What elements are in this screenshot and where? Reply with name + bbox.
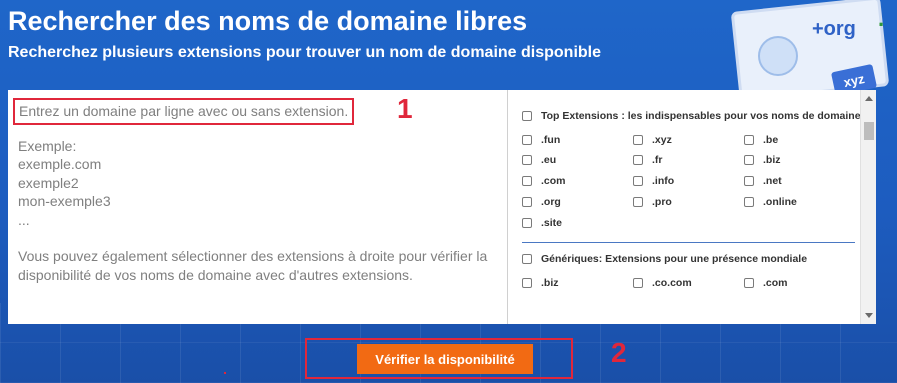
text-cursor-marker — [224, 372, 226, 374]
ext-label: .pro — [652, 195, 672, 208]
ext-label: .info — [652, 175, 675, 188]
ext-checkbox[interactable] — [633, 155, 643, 166]
ext-checkbox[interactable] — [522, 155, 532, 166]
ext-label: .xyz — [652, 133, 672, 146]
ext-checkbox[interactable] — [744, 134, 754, 145]
ext-checkbox[interactable] — [633, 134, 643, 145]
textarea-ellipsis: ... — [18, 211, 30, 228]
ext-option-fr[interactable]: .fr — [633, 153, 744, 168]
ext-option-xyz[interactable]: .xyz — [633, 132, 744, 147]
top-extensions-checkbox[interactable] — [522, 111, 532, 121]
top-extensions-header[interactable]: Top Extensions : les indispensables pour… — [522, 110, 876, 122]
ext-option-com[interactable]: .com — [522, 174, 633, 189]
ext-label: .online — [763, 195, 797, 208]
ext-checkbox[interactable] — [522, 217, 532, 228]
check-button-highlight: Vérifier la disponibilité — [305, 338, 573, 379]
textarea-example-label: Exemple: — [18, 137, 77, 154]
ext-option-eu[interactable]: .eu — [522, 153, 633, 168]
textarea-example-2: exemple2 — [18, 174, 79, 191]
check-availability-button[interactable]: Vérifier la disponibilité — [357, 344, 533, 374]
textarea-placeholder-first-line: Entrez un domaine par ligne avec ou sans… — [13, 98, 355, 125]
background-org-text: +org — [812, 18, 856, 40]
ext-option-biz[interactable]: .biz — [744, 153, 855, 168]
ext-label: .com — [763, 276, 788, 289]
extensions-scrollbar[interactable] — [860, 90, 876, 324]
generic-extensions-checkbox[interactable] — [522, 254, 532, 265]
top-extensions-grid: .fun .xyz .be .eu .fr .biz .com .info .n… — [522, 132, 876, 230]
ext-option-info[interactable]: .info — [633, 174, 744, 189]
generic-extensions-label: Génériques: Extensions pour une présence… — [541, 253, 808, 266]
annotation-number-2: 2 — [611, 337, 627, 368]
ext-label: .fun — [541, 133, 561, 146]
scroll-thumb[interactable] — [864, 122, 874, 140]
textarea-hint-line-1: Vous pouvez également sélectionner des e… — [18, 248, 488, 264]
ext-checkbox[interactable] — [633, 196, 643, 207]
ext-checkbox[interactable] — [522, 134, 532, 145]
ext-checkbox[interactable] — [522, 176, 532, 187]
ext-label: .org — [541, 195, 561, 208]
domain-textarea[interactable]: Entrez un domaine par ligne avec ou sans… — [8, 90, 508, 374]
ext-label: .fr — [652, 154, 663, 167]
ext-checkbox[interactable] — [744, 155, 754, 166]
ext-checkbox[interactable] — [633, 176, 643, 187]
annotation-number-1: 1 — [397, 93, 413, 124]
textarea-example-3: mon-exemple3 — [18, 193, 111, 209]
ext-option-net[interactable]: .net — [744, 174, 855, 189]
ext-option-org[interactable]: .org — [522, 194, 633, 209]
textarea-hint-line-2: disponibilité de vos noms de domaine ave… — [18, 266, 413, 283]
scroll-up-arrow-icon[interactable] — [865, 96, 873, 101]
top-extensions-label: Top Extensions : les indispensables pour… — [541, 110, 861, 122]
ext-option-generic-com[interactable]: .com — [744, 275, 855, 290]
search-panel: Entrez un domaine par ligne avec ou sans… — [8, 90, 876, 374]
ext-checkbox[interactable] — [744, 277, 754, 288]
ext-option-generic-biz[interactable]: .biz — [522, 275, 633, 290]
generic-extensions-header[interactable]: Génériques: Extensions pour une présence… — [522, 253, 876, 265]
ext-label: .net — [763, 175, 782, 188]
ext-checkbox[interactable] — [522, 277, 532, 288]
ext-checkbox[interactable] — [744, 176, 754, 187]
ext-checkbox[interactable] — [522, 196, 532, 207]
ext-option-pro[interactable]: .pro — [633, 194, 744, 209]
ext-option-site[interactable]: .site — [522, 215, 633, 230]
ext-label: .eu — [541, 154, 557, 167]
background-dot-text: . — [878, 6, 885, 31]
page-subtitle: Recherchez plusieurs extensions pour tro… — [8, 44, 601, 61]
scroll-down-arrow-icon[interactable] — [865, 313, 873, 318]
group-divider — [522, 242, 855, 244]
generic-extensions-grid: .biz .co.com .com — [522, 275, 876, 290]
page-title: Rechercher des noms de domaine libres — [8, 6, 528, 36]
background-circle-image — [758, 36, 798, 76]
ext-label: .co.com — [652, 276, 692, 289]
ext-label: .biz — [763, 154, 781, 167]
ext-label: .com — [541, 175, 566, 188]
ext-option-online[interactable]: .online — [744, 194, 855, 209]
ext-option-fun[interactable]: .fun — [522, 132, 633, 147]
textarea-example-1: exemple.com — [18, 156, 102, 172]
extensions-panel: Top Extensions : les indispensables pour… — [508, 90, 876, 324]
ext-label: .site — [541, 216, 563, 229]
ext-option-be[interactable]: .be — [744, 132, 855, 147]
ext-checkbox[interactable] — [633, 277, 643, 288]
ext-checkbox[interactable] — [744, 196, 754, 207]
ext-label: .biz — [541, 276, 559, 289]
ext-label: .be — [763, 133, 779, 146]
ext-option-generic-co-com[interactable]: .co.com — [633, 275, 744, 290]
